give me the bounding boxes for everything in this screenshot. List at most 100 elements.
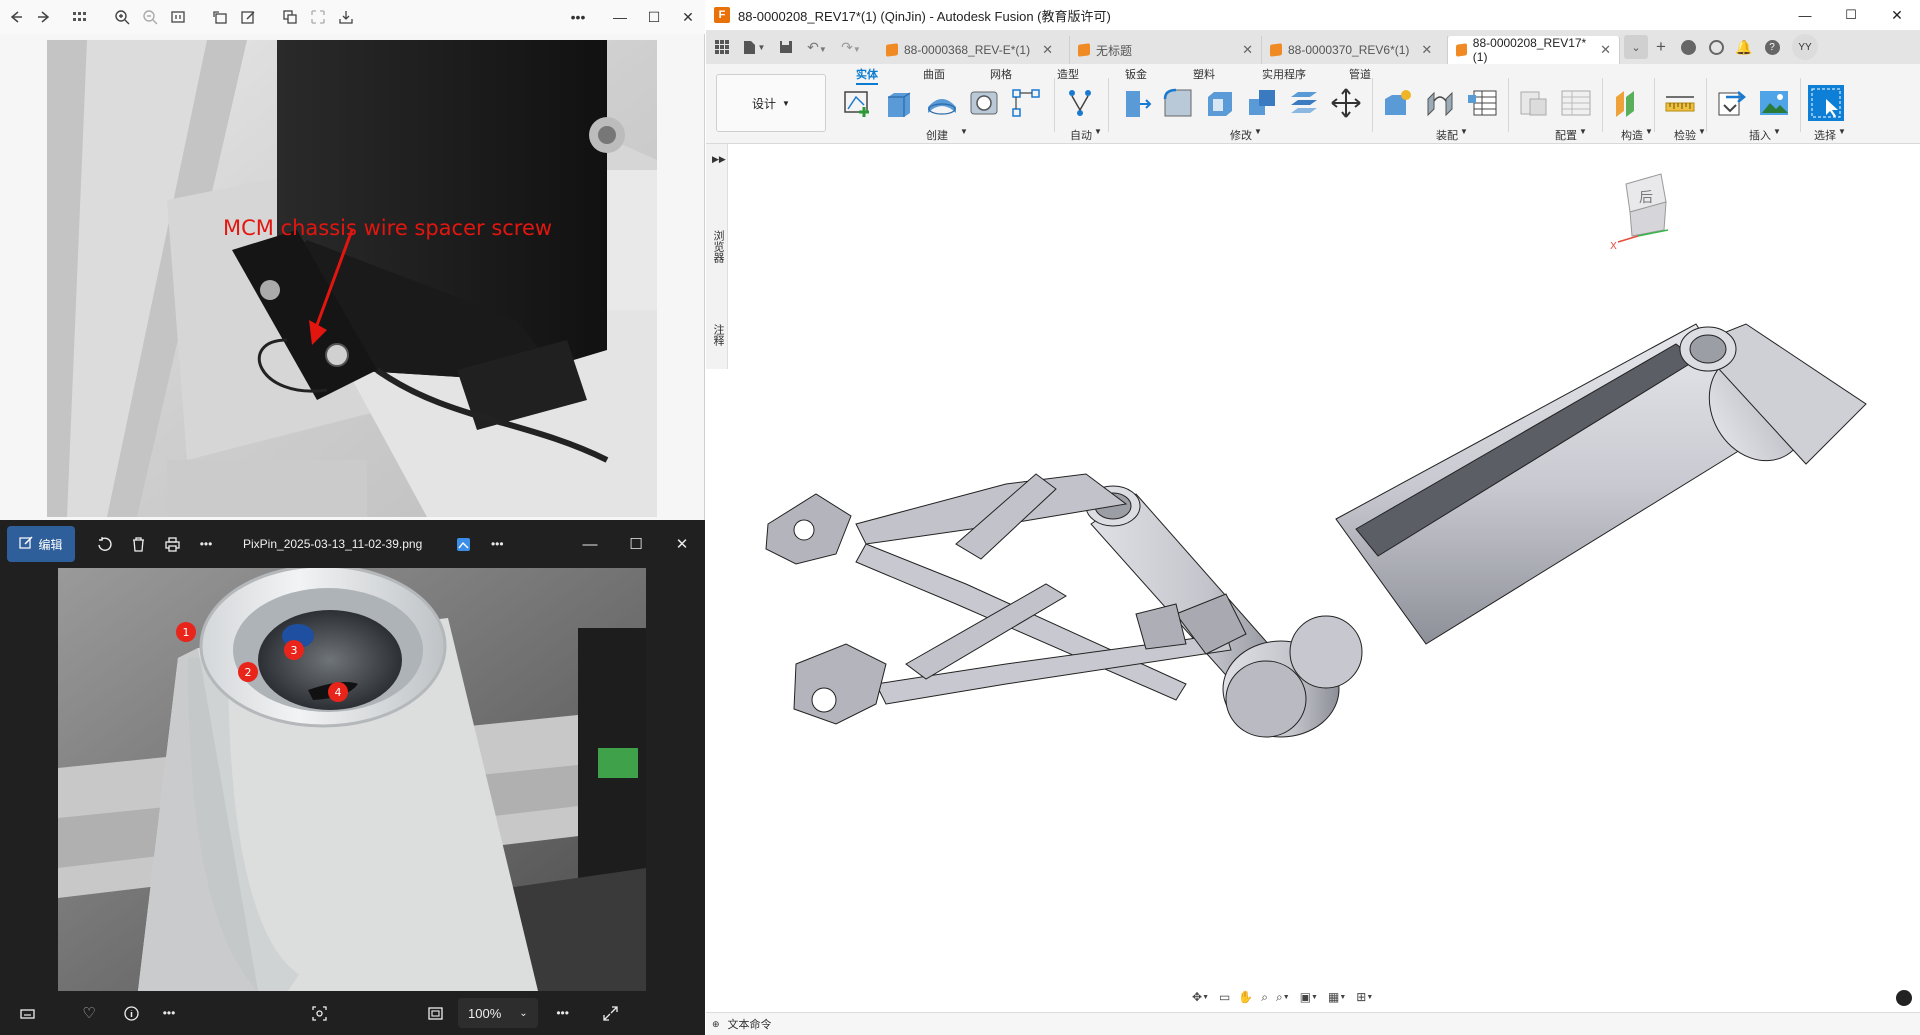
close-tab-icon[interactable]: ✕ [1600,42,1611,58]
bike-frame-model[interactable]: 后 X [706,144,1920,1012]
save-icon[interactable] [772,40,800,54]
filmstrip-icon[interactable] [10,996,44,1030]
bom-table-icon[interactable] [1466,87,1498,119]
3d-viewport[interactable]: 后 X [706,144,1920,1012]
comments-panel-label[interactable]: 注释 [710,324,726,346]
orbit-icon[interactable]: ✥ ▼ [1192,990,1209,1004]
viewcube[interactable]: 后 X [1610,173,1669,252]
zoom-in-icon[interactable] [108,3,136,31]
create-sketch-icon[interactable] [842,87,874,119]
info-icon[interactable] [114,996,148,1030]
print-icon[interactable] [155,527,189,561]
fit-icon[interactable]: ⌕ ▼ [1276,990,1290,1005]
group-automate[interactable]: 自动 [1070,127,1092,143]
redo-icon[interactable]: ↷▼ [834,39,868,56]
group-construct[interactable]: 构造 [1621,127,1643,143]
text-command-toggle-icon[interactable]: ⊕ [712,1019,720,1030]
more-icon[interactable]: ••• [480,527,514,561]
extrude-icon[interactable] [884,87,916,119]
delete-icon[interactable] [121,527,155,561]
move-icon[interactable] [1330,87,1362,119]
insert-canvas-icon[interactable] [1758,87,1790,119]
close-button[interactable]: ✕ [671,2,705,32]
offset-face-icon[interactable] [1288,87,1320,119]
grid-settings-icon[interactable]: ▦ ▼ [1328,990,1346,1004]
more-icon[interactable]: ••• [189,527,223,561]
viewports-icon[interactable]: ⊞ ▼ [1356,990,1373,1004]
rotate-icon[interactable] [87,527,121,561]
group-create[interactable]: 创建 [926,127,948,143]
more-icon[interactable]: ••• [561,2,595,32]
more-icon[interactable]: ••• [152,996,186,1030]
zoom-dropdown[interactable]: 100% ⌄ [458,998,538,1028]
ribbon-tab-plastic[interactable]: 塑料 [1193,66,1215,82]
zoom-out-icon[interactable] [136,3,164,31]
help-icon[interactable]: ? [1758,39,1786,55]
group-inspect[interactable]: 检验 [1674,127,1696,143]
document-tab[interactable]: 无标题 ✕ [1070,36,1262,64]
document-tab[interactable]: 88-0000370_REV6*(1) ✕ [1262,36,1448,64]
job-status-icon[interactable] [1702,39,1730,55]
shell-icon[interactable] [1204,87,1236,119]
close-tab-icon[interactable]: ✕ [1421,42,1432,58]
edit-icon[interactable] [234,3,262,31]
ribbon-tab-sheetmetal[interactable]: 钣金 [1125,66,1147,82]
group-insert[interactable]: 插入 [1749,127,1771,143]
group-select[interactable]: 选择 [1814,127,1836,143]
ribbon-tab-utilities[interactable]: 实用程序 [1262,66,1306,82]
close-tab-icon[interactable]: ✕ [1242,42,1253,58]
new-component-icon[interactable] [1382,87,1414,119]
minimize-button[interactable]: — [1782,8,1828,23]
press-pull-icon[interactable] [1120,87,1152,119]
more-icon[interactable]: ••• [546,996,580,1030]
group-assemble[interactable]: 装配 [1436,127,1458,143]
fullscreen-icon[interactable] [594,996,628,1030]
look-at-icon[interactable]: ▭ [1219,990,1230,1004]
select-icon[interactable] [1808,85,1844,121]
save-icon[interactable] [332,3,360,31]
notification-icon[interactable]: 🔔 [1730,39,1758,56]
ribbon-tab-solid[interactable]: 实体 [856,66,878,85]
rotate-icon[interactable] [206,3,234,31]
close-tab-icon[interactable]: ✕ [1042,42,1053,58]
group-configure[interactable]: 配置 [1555,127,1577,143]
edit-button[interactable]: 编辑 [7,526,75,562]
maximize-button[interactable]: ☐ [613,527,659,561]
offset-plane-icon[interactable] [1612,87,1644,119]
visual-search-icon[interactable] [302,996,336,1030]
close-button[interactable]: ✕ [659,527,705,561]
forward-icon[interactable] [30,3,58,31]
ribbon-tab-mesh[interactable]: 网格 [990,66,1012,82]
ribbon-tab-surface[interactable]: 曲面 [923,66,945,82]
joint-icon[interactable] [1424,87,1456,119]
tab-overflow-icon[interactable]: ⌄ [1624,35,1648,59]
browser-panel-label[interactable]: 浏览器 [710,230,726,263]
document-tab-active[interactable]: 88-0000208_REV17*(1) ✕ [1448,36,1620,64]
fit-icon[interactable] [164,3,192,31]
feedback-icon[interactable] [1896,990,1912,1006]
minimize-button[interactable]: — [567,527,613,561]
favorite-icon[interactable]: ♡ [72,996,106,1030]
document-tab[interactable]: 88-0000368_REV-E*(1) ✕ [878,36,1070,64]
close-button[interactable]: ✕ [1874,7,1920,24]
workspace-switcher[interactable]: 设计 ▼ [716,74,826,132]
hole-icon[interactable] [968,87,1000,119]
maximize-button[interactable]: ☐ [637,2,671,32]
display-settings-icon[interactable]: ▣ ▼ [1300,990,1318,1004]
text-command-label[interactable]: 文本命令 [728,1016,772,1032]
ribbon-tab-pipe[interactable]: 管道 [1349,66,1371,82]
apps-grid-icon[interactable] [708,40,736,54]
configure-icon[interactable] [1518,87,1550,119]
fillet-icon[interactable] [1162,87,1194,119]
user-avatar[interactable]: YY [1792,34,1818,60]
pan-icon[interactable]: ✋ [1238,990,1253,1004]
undo-icon[interactable]: ↶▼ [800,39,834,56]
fit-screen-icon[interactable] [418,996,452,1030]
group-modify[interactable]: 修改 [1230,127,1252,143]
back-icon[interactable] [2,3,30,31]
extensions-icon[interactable] [1674,39,1702,55]
minimize-button[interactable]: — [603,2,637,32]
ribbon-tab-form[interactable]: 造型 [1057,66,1079,82]
file-menu-icon[interactable]: ▼ [736,40,772,55]
copy-icon[interactable] [276,3,304,31]
